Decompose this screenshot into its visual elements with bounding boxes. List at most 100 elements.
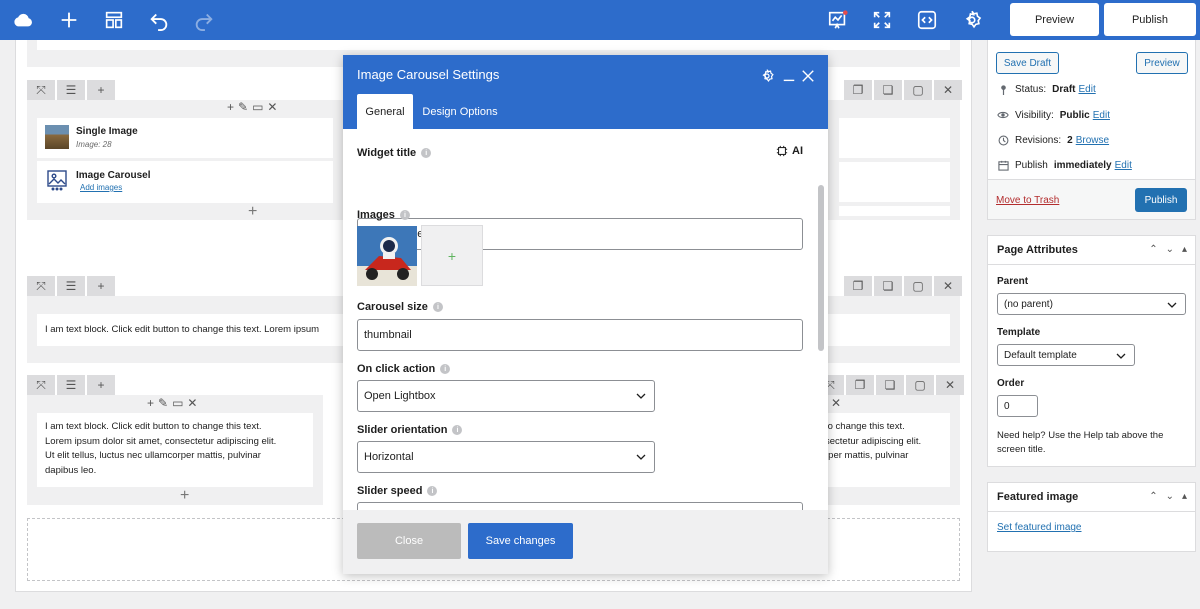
row-clone-icon[interactable]: ❏: [876, 375, 904, 395]
delete-icon[interactable]: ✕: [267, 100, 277, 114]
widget-title-label-text: Widget title: [357, 147, 417, 159]
preview-changes-button[interactable]: Preview: [1136, 52, 1188, 74]
undo-icon[interactable]: [147, 8, 171, 32]
publish-date-row: Publish immediately Edit: [997, 159, 1132, 171]
order-input[interactable]: 0: [997, 395, 1038, 417]
clone-icon[interactable]: ▭: [252, 100, 263, 114]
row-clone-icon[interactable]: ❏: [874, 276, 902, 296]
row-close-icon[interactable]: ✕: [934, 276, 962, 296]
browse-revisions-link[interactable]: Browse: [1076, 135, 1109, 146]
row-move-icon[interactable]: ⤧: [27, 80, 55, 100]
delete-icon[interactable]: ✕: [187, 396, 197, 410]
info-icon[interactable]: i: [421, 148, 432, 158]
row-delete-icon[interactable]: ▢: [904, 80, 932, 100]
move-up-icon[interactable]: ⌃: [1149, 244, 1157, 255]
minimize-icon[interactable]: [780, 67, 798, 85]
row-close-icon[interactable]: ✕: [936, 375, 964, 395]
edit-icon[interactable]: ✎: [238, 100, 248, 114]
revisions-row: Revisions: 2 Browse: [997, 134, 1109, 146]
column-controls: + ✎ ▭ ✕: [147, 396, 197, 410]
info-icon[interactable]: i: [432, 302, 443, 312]
on-click-action-select[interactable]: Open Lightbox: [357, 380, 655, 412]
image-thumbnail[interactable]: [357, 226, 417, 286]
parent-select[interactable]: (no parent): [997, 293, 1186, 315]
row-move-icon[interactable]: ⤧: [27, 276, 55, 296]
slider-orientation-select[interactable]: Horizontal: [357, 441, 655, 473]
row-1-right-column-b: [839, 162, 950, 202]
add-images-link[interactable]: Add images: [80, 183, 122, 192]
modal-scrollbar[interactable]: [818, 185, 824, 351]
info-icon[interactable]: i: [440, 364, 451, 374]
add-element-plus-icon[interactable]: +: [180, 488, 189, 504]
carousel-size-input[interactable]: thumbnail: [357, 319, 803, 351]
text-block-line: rper mattis, pulvinar: [825, 450, 909, 461]
clone-icon[interactable]: ▭: [172, 396, 183, 410]
row-clone-icon[interactable]: ❏: [874, 80, 902, 100]
row-copy-icon[interactable]: ❐: [844, 80, 872, 100]
edit-status-link[interactable]: Edit: [1078, 84, 1095, 95]
row-copy-icon[interactable]: ❐: [846, 375, 874, 395]
edit-publish-date-link[interactable]: Edit: [1115, 160, 1132, 171]
add-icon[interactable]: +: [227, 100, 234, 114]
collapse-icon[interactable]: ▴: [1182, 244, 1187, 255]
single-image-thumbnail: [45, 125, 69, 149]
info-icon[interactable]: i: [452, 425, 463, 435]
save-changes-button[interactable]: Save changes: [468, 523, 573, 559]
templates-icon[interactable]: [102, 8, 126, 32]
row-layout-icon[interactable]: ☰: [57, 375, 85, 395]
code-icon[interactable]: [915, 8, 939, 32]
publish-top-button[interactable]: Publish: [1104, 3, 1196, 36]
settings-gear-icon[interactable]: [960, 8, 984, 32]
save-draft-button[interactable]: Save Draft: [996, 52, 1059, 74]
history-icon: [997, 134, 1009, 146]
redo-icon[interactable]: [192, 8, 216, 32]
text-block-line: Lorem ipsum dolor sit amet, consectetur …: [45, 435, 277, 447]
row-1-toolbar: ⤧ ☰ +: [27, 80, 115, 100]
info-icon[interactable]: i: [427, 486, 438, 496]
row-layout-icon[interactable]: ☰: [57, 276, 85, 296]
modal-settings-gear-icon[interactable]: [758, 67, 776, 85]
single-image-element[interactable]: Single Image Image: 28: [37, 118, 333, 158]
publish-button[interactable]: Publish: [1135, 188, 1187, 212]
row-delete-icon[interactable]: ▢: [906, 375, 934, 395]
info-icon[interactable]: i: [399, 210, 410, 220]
row-delete-icon[interactable]: ▢: [904, 276, 932, 296]
move-down-icon[interactable]: ⌄: [1166, 244, 1174, 255]
tab-general[interactable]: General: [357, 94, 413, 129]
move-down-icon[interactable]: ⌄: [1166, 491, 1174, 502]
edit-visibility-link[interactable]: Edit: [1093, 110, 1110, 121]
cloud-logo-icon[interactable]: [11, 8, 35, 32]
add-element-icon[interactable]: [57, 8, 81, 32]
move-to-trash-link[interactable]: Move to Trash: [996, 195, 1059, 206]
ai-button[interactable]: AI: [776, 145, 803, 157]
edit-icon[interactable]: ✎: [158, 396, 168, 410]
row-close-icon[interactable]: ✕: [934, 80, 962, 100]
slider-speed-input[interactable]: [357, 502, 803, 510]
image-carousel-element[interactable]: Image Carousel Add images: [37, 161, 333, 203]
delete-icon[interactable]: ✕: [831, 396, 841, 410]
row-add-icon[interactable]: +: [87, 375, 115, 395]
top-toolbar: Preview Publish: [0, 0, 1200, 40]
row-add-icon[interactable]: +: [87, 276, 115, 296]
add-element-plus-icon[interactable]: +: [248, 204, 257, 220]
template-select[interactable]: Default template: [997, 344, 1135, 366]
close-button[interactable]: Close: [357, 523, 461, 559]
collapse-icon[interactable]: ▴: [1182, 491, 1187, 502]
visibility-value: Public: [1059, 109, 1090, 121]
add-image-placeholder[interactable]: +: [421, 225, 483, 286]
row-add-icon[interactable]: +: [87, 80, 115, 100]
row-layout-icon[interactable]: ☰: [57, 80, 85, 100]
add-icon[interactable]: +: [147, 396, 154, 410]
preview-button[interactable]: Preview: [1010, 3, 1099, 36]
close-icon[interactable]: [799, 67, 817, 85]
set-featured-image-link[interactable]: Set featured image: [997, 522, 1082, 533]
tab-design-options[interactable]: Design Options: [419, 94, 501, 129]
chevron-down-icon: [1116, 353, 1126, 359]
move-up-icon[interactable]: ⌃: [1149, 491, 1157, 502]
row-copy-icon[interactable]: ❐: [844, 276, 872, 296]
insights-icon[interactable]: [826, 8, 850, 32]
text-block-element[interactable]: to change this text. sectetur adipiscing…: [821, 413, 950, 487]
text-block-element[interactable]: I am text block. Click edit button to ch…: [37, 413, 313, 487]
row-move-icon[interactable]: ⤧: [27, 375, 55, 395]
fullscreen-icon[interactable]: [870, 8, 894, 32]
